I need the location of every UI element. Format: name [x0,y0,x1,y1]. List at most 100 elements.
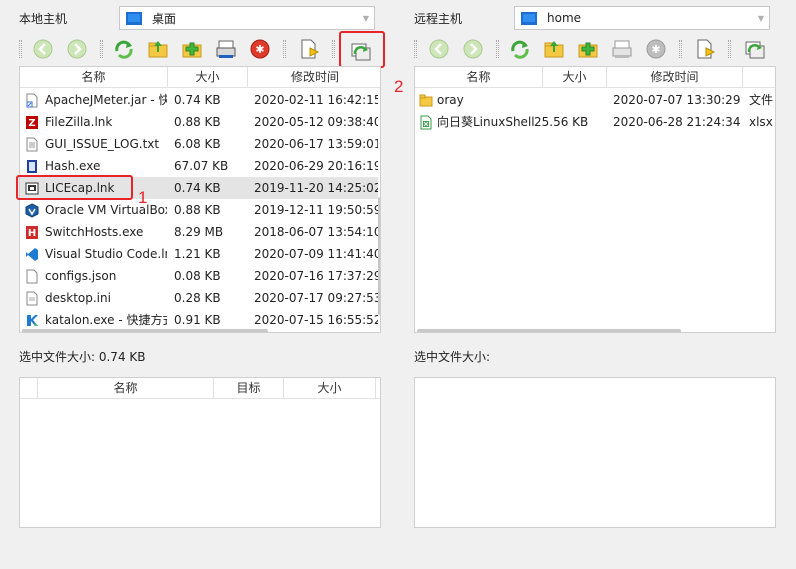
toolbar-separator [679,40,682,58]
svg-text:Z: Z [28,118,35,129]
rename-icon[interactable] [215,38,237,60]
forward-icon[interactable] [66,38,88,60]
chevron-down-icon[interactable]: ▼ [753,7,769,29]
file-name: FileZilla.lnk [45,115,113,129]
column-header-target[interactable]: 目标 [214,378,284,399]
new-folder-icon[interactable] [181,38,203,60]
file-name: 向日葵LinuxShell [437,115,535,129]
table-row[interactable]: H SwitchHosts.exe 8.29 MB 2018-06-07 13:54:… [20,221,378,243]
file-name: Visual Studio Code.ln [45,247,167,261]
xlsx-file-icon [419,115,433,130]
toolbar-separator [496,40,499,58]
table-row[interactable]: configs.json 0.08 KB 2020-07-16 17:37:29 [20,265,378,287]
monitor-icon [521,11,537,25]
local-path-value: 桌面 [152,11,177,26]
file-name: SwitchHosts.exe [45,225,144,239]
table-row[interactable]: oray 2020-07-07 13:30:29 文件 [415,89,775,111]
highlight-box-licecap [16,175,133,200]
file-size: 0.28 KB [174,291,221,305]
toolbar-separator [414,40,417,58]
back-icon[interactable] [428,38,450,60]
upload-file-icon[interactable] [298,38,320,60]
new-folder-icon[interactable] [577,38,599,60]
file-modified: 2020-02-11 16:42:15 [254,93,378,107]
remote-file-list[interactable]: 名称 大小 修改时间 oray 2020-07-07 13:30:29 文件向日葵L… [414,66,776,333]
file-size: 1.21 KB [174,247,221,261]
file-size: 0.88 KB [174,115,221,129]
file-modified: 2020-07-07 13:30:29 [613,93,741,107]
delete-icon[interactable]: ✱ [249,38,271,60]
transfer-queue-list[interactable]: 名称 目标 大小 [19,377,381,528]
file-modified: 2019-12-11 19:50:59 [254,203,378,217]
table-row[interactable]: Oracle VM VirtualBox 0.88 KB 2019-12-11 19… [20,199,378,221]
column-header-size[interactable]: 大小 [284,378,376,399]
toolbar-separator [19,40,22,58]
toolbar-separator [283,40,286,58]
local-list-header: 名称 大小 修改时间 [20,67,380,88]
svg-text:H: H [28,228,36,239]
file-size [534,89,606,111]
vscode-icon [25,247,39,262]
refresh-icon[interactable] [509,38,531,60]
column-header-modified[interactable]: 修改时间 [607,67,743,88]
table-row[interactable]: Z FileZilla.lnk 0.88 KB 2020-05-12 09:38:40 [20,111,378,133]
virtualbox-icon [25,203,39,218]
forward-icon[interactable] [462,38,484,60]
file-modified: 2020-07-17 09:27:53 [254,291,378,305]
local-vertical-scrollbar[interactable] [378,197,380,315]
toolbar-separator [100,40,103,58]
column-header-size[interactable]: 大小 [543,67,607,88]
remote-host-label: 远程主机 [414,12,463,26]
hash-exe-icon [25,159,39,174]
file-size: 6.08 KB [174,137,221,151]
table-row[interactable]: GUI_ISSUE_LOG.txt 6.08 KB 2020-06-17 13:59… [20,133,378,155]
rename-icon[interactable] [611,38,633,60]
column-header-status[interactable] [20,378,38,399]
table-row[interactable]: 向日葵LinuxShell 25.56 KB 2020-06-28 21:24:34… [415,111,775,133]
parent-folder-icon[interactable] [543,38,565,60]
file-name: GUI_ISSUE_LOG.txt [45,137,160,151]
column-header-type[interactable] [743,67,775,88]
table-row[interactable]: Hash.exe 67.07 KB 2020-06-29 20:16:19 [20,155,378,177]
chevron-down-icon[interactable]: ▼ [358,7,374,29]
local-horizontal-scrollbar[interactable] [22,329,268,332]
monitor-icon [126,11,142,25]
remote-selected-size: 选中文件大小: [414,350,491,364]
column-header-name[interactable]: 名称 [20,67,168,88]
table-row[interactable]: desktop.ini 0.28 KB 2020-07-17 09:27:53 [20,287,378,309]
sync-transfer-icon[interactable] [744,38,766,60]
download-file-icon[interactable] [694,38,716,60]
toolbar-separator [728,40,731,58]
file-name: ApacheJMeter.jar - 快 [45,93,167,107]
file-size: 0.74 KB [174,181,221,195]
file-name: oray [437,93,464,107]
remote-log-panel [414,377,776,528]
column-header-name[interactable]: 名称 [415,67,543,88]
back-icon[interactable] [32,38,54,60]
remote-list-header: 名称 大小 修改时间 [415,67,775,88]
table-row[interactable]: Visual Studio Code.ln 1.21 KB 2020-07-09 1… [20,243,378,265]
toolbar-separator [332,40,335,58]
remote-horizontal-scrollbar[interactable] [417,329,681,332]
column-header-name[interactable]: 名称 [38,378,214,399]
table-row[interactable]: katalon.exe - 快捷方式 0.91 KB 2020-07-15 16:5… [20,309,378,331]
parent-folder-icon[interactable] [147,38,169,60]
remote-path-combo[interactable]: home ▼ [514,6,770,30]
json-file-icon [25,269,39,284]
column-header-modified[interactable]: 修改时间 [248,67,380,88]
local-path-combo[interactable]: 桌面 ▼ [119,6,375,30]
table-row[interactable]: ApacheJMeter.jar - 快 0.74 KB 2020-02-11 16… [20,89,378,111]
file-modified: 2018-06-07 13:54:10 [254,225,378,239]
column-header-size[interactable]: 大小 [168,67,248,88]
file-size: 25.56 KB [534,115,589,129]
file-name: configs.json [45,269,117,283]
file-size: 0.74 KB [174,93,221,107]
local-host-label: 本地主机 [19,12,68,26]
svg-text:✱: ✱ [651,43,660,56]
delete-icon[interactable]: ✱ [645,38,667,60]
annotation-mark-2: 2 [394,77,404,96]
refresh-icon[interactable] [113,38,135,60]
remote-toolbar: ✱ [400,34,796,64]
file-name: Hash.exe [45,159,101,173]
file-type: 文件 [749,93,774,107]
